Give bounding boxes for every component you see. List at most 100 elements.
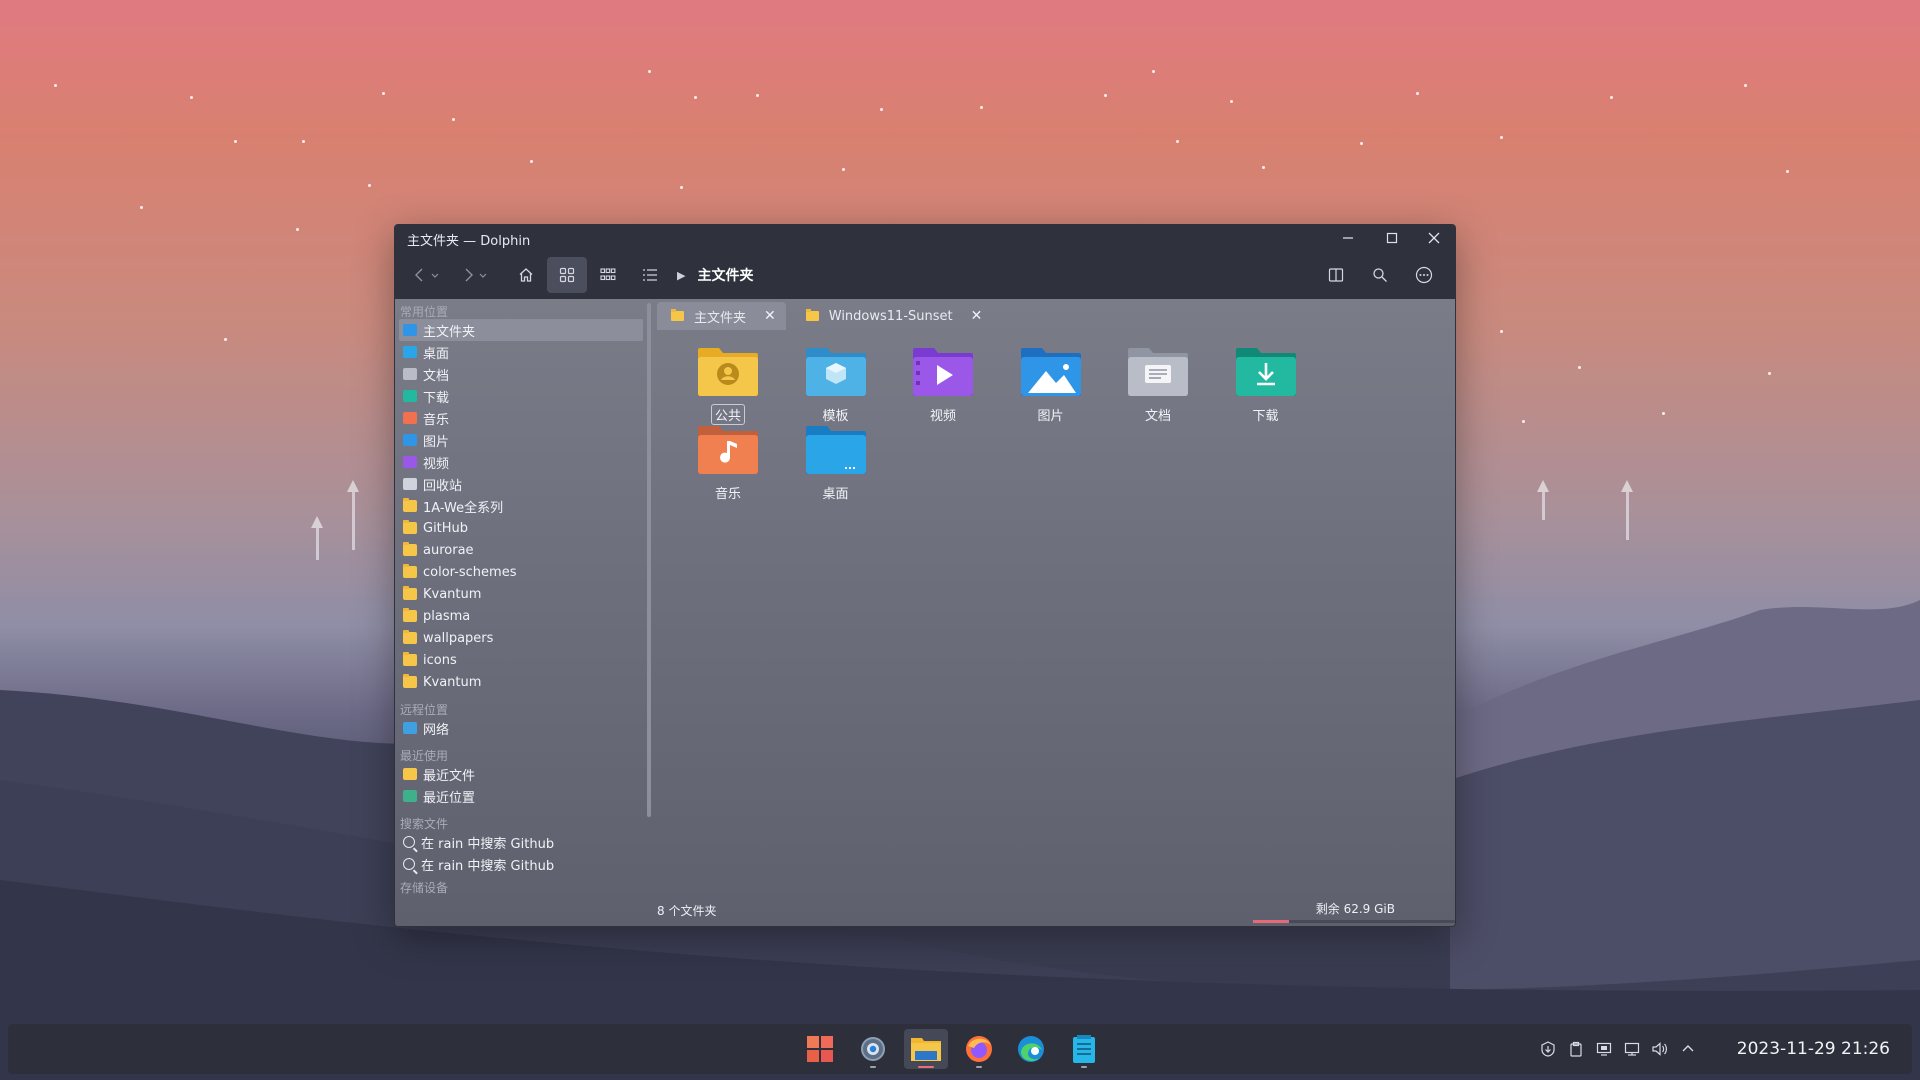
file-item[interactable]: 下载: [1221, 347, 1311, 425]
icons-view-button[interactable]: [547, 257, 587, 293]
sidebar-item[interactable]: 下载: [395, 385, 647, 407]
menu-button[interactable]: [1407, 257, 1441, 293]
tab[interactable]: 主文件夹 ✕: [657, 302, 786, 330]
sidebar-item[interactable]: icons: [395, 649, 647, 671]
disk-capacity-fill: [1253, 920, 1290, 923]
file-item[interactable]: 公共: [683, 347, 773, 425]
taskbar-file-manager[interactable]: [904, 1029, 948, 1069]
file-item[interactable]: 视频: [898, 347, 988, 425]
forward-arrow-icon: [465, 268, 487, 282]
folder-icon: [805, 309, 819, 321]
tab-close-icon[interactable]: ✕: [764, 308, 776, 324]
sidebar-item[interactable]: 文档: [395, 363, 647, 385]
sidebar-item[interactable]: Kvantum: [395, 583, 647, 605]
breadcrumb-current[interactable]: 主文件夹: [697, 265, 753, 285]
tab-close-icon[interactable]: ✕: [971, 308, 983, 324]
taskbar-edge[interactable]: [1009, 1029, 1053, 1069]
file-view: 主文件夹 ✕ Windows11-Sunset ✕ 公共 模板 视频 图片 文档 下载音乐 桌面: [657, 299, 1455, 926]
sidebar-item[interactable]: 主文件夹: [399, 319, 643, 341]
minimize-button[interactable]: [1331, 226, 1365, 250]
sidebar-item-label: 最近文件: [423, 768, 476, 784]
sidebar-item-label: 回收站: [423, 478, 463, 494]
status-bar: 8 个文件夹 剩余 62.9 GiB: [395, 896, 1455, 926]
sidebar-item[interactable]: 在 rain 中搜索 Github: [395, 853, 647, 875]
sidebar-scrollbar[interactable]: [647, 303, 651, 817]
close-icon: [1428, 232, 1440, 244]
notes-icon: [1073, 1035, 1095, 1063]
sidebar-item-label: color-schemes: [423, 564, 517, 580]
sidebar-item[interactable]: 音乐: [395, 407, 647, 429]
remote-section-title: 远程位置: [400, 703, 449, 717]
sidebar-item[interactable]: wallpapers: [395, 627, 647, 649]
sidebar-item-label: 桌面: [423, 346, 450, 362]
tab[interactable]: Windows11-Sunset ✕: [792, 302, 993, 330]
sidebar-item-label: 文档: [423, 368, 450, 384]
search-button[interactable]: [1363, 257, 1397, 293]
back-arrow-icon: [415, 268, 439, 282]
tab-bar: 主文件夹 ✕ Windows11-Sunset ✕: [657, 299, 992, 333]
sidebar-item[interactable]: GitHub: [395, 517, 647, 539]
sidebar-item[interactable]: color-schemes: [395, 561, 647, 583]
maximize-button[interactable]: [1375, 226, 1409, 250]
settings-icon: [861, 1037, 885, 1061]
sidebar-item-label: 视频: [423, 456, 450, 472]
sidebar-item[interactable]: 在 rain 中搜索 Github: [395, 831, 647, 853]
music-icon: [403, 412, 417, 424]
file-item[interactable]: 桌面: [791, 425, 881, 503]
details-view-icon: [643, 269, 657, 281]
sidebar-item[interactable]: 回收站: [395, 473, 647, 495]
file-item-label: 下载: [1252, 409, 1279, 424]
file-item[interactable]: 音乐: [683, 425, 773, 503]
sidebar-item[interactable]: aurorae: [395, 539, 647, 561]
file-item[interactable]: 图片: [1006, 347, 1096, 425]
display-icon[interactable]: [1595, 1040, 1613, 1058]
start-button[interactable]: [798, 1029, 842, 1069]
search-icon: [1373, 268, 1387, 282]
sidebar-item[interactable]: 图片: [395, 429, 647, 451]
desktop-icon: [403, 346, 417, 358]
breadcrumb-arrow-icon[interactable]: ▶: [677, 269, 685, 282]
folder-icon: [403, 520, 417, 534]
taskbar-notes[interactable]: [1062, 1029, 1106, 1069]
back-button[interactable]: [407, 257, 447, 293]
sidebar-item[interactable]: 1A-We全系列: [395, 495, 647, 517]
sidebar-item[interactable]: 网络: [395, 717, 647, 739]
compact-view-button[interactable]: [591, 257, 625, 293]
sidebar-item[interactable]: Kvantum: [395, 671, 647, 693]
sidebar-item[interactable]: 最近位置: [395, 785, 647, 807]
devices-section-title: 存储设备: [400, 881, 449, 895]
file-item[interactable]: 模板: [791, 347, 881, 425]
sidebar-item[interactable]: 最近文件: [395, 763, 647, 785]
search-section-title: 搜索文件: [400, 817, 449, 831]
tray-expand-icon[interactable]: [1679, 1040, 1697, 1058]
status-summary: 8 个文件夹: [657, 904, 717, 918]
network-status-icon[interactable]: [1623, 1040, 1641, 1058]
home-button[interactable]: [509, 257, 543, 293]
clipboard-icon[interactable]: [1567, 1040, 1585, 1058]
windmill-left: [347, 480, 359, 550]
documents-folder-icon: [1128, 348, 1188, 396]
update-icon[interactable]: [1539, 1040, 1557, 1058]
details-view-button[interactable]: [633, 257, 667, 293]
split-view-button[interactable]: [1319, 257, 1353, 293]
pictures-folder-icon: [1020, 348, 1081, 396]
split-view-icon: [1328, 268, 1344, 282]
forward-button[interactable]: [455, 257, 495, 293]
taskbar-settings[interactable]: [851, 1029, 895, 1069]
taskbar-firefox[interactable]: [957, 1029, 1001, 1069]
sidebar-item-label: 下载: [423, 390, 450, 406]
dolphin-window: 主文件夹 — Dolphin ▶ 主文件夹 常用位置 主文件夹 桌面 文档 下载…: [394, 224, 1456, 927]
title-bar[interactable]: 主文件夹 — Dolphin: [395, 225, 1455, 251]
documents-icon: [403, 368, 417, 380]
file-item[interactable]: 文档: [1113, 347, 1203, 425]
sidebar-item[interactable]: plasma: [395, 605, 647, 627]
sidebar-item[interactable]: 桌面: [395, 341, 647, 363]
sidebar-item-label: Kvantum: [423, 674, 482, 690]
home-icon: [403, 324, 417, 336]
volume-icon[interactable]: [1651, 1040, 1669, 1058]
close-button[interactable]: [1417, 226, 1451, 250]
sidebar-item-label: 最近位置: [423, 790, 476, 806]
maximize-icon: [1386, 232, 1398, 244]
sidebar-item[interactable]: 视频: [395, 451, 647, 473]
clock[interactable]: 2023-11-29 21:26: [1737, 1039, 1890, 1059]
